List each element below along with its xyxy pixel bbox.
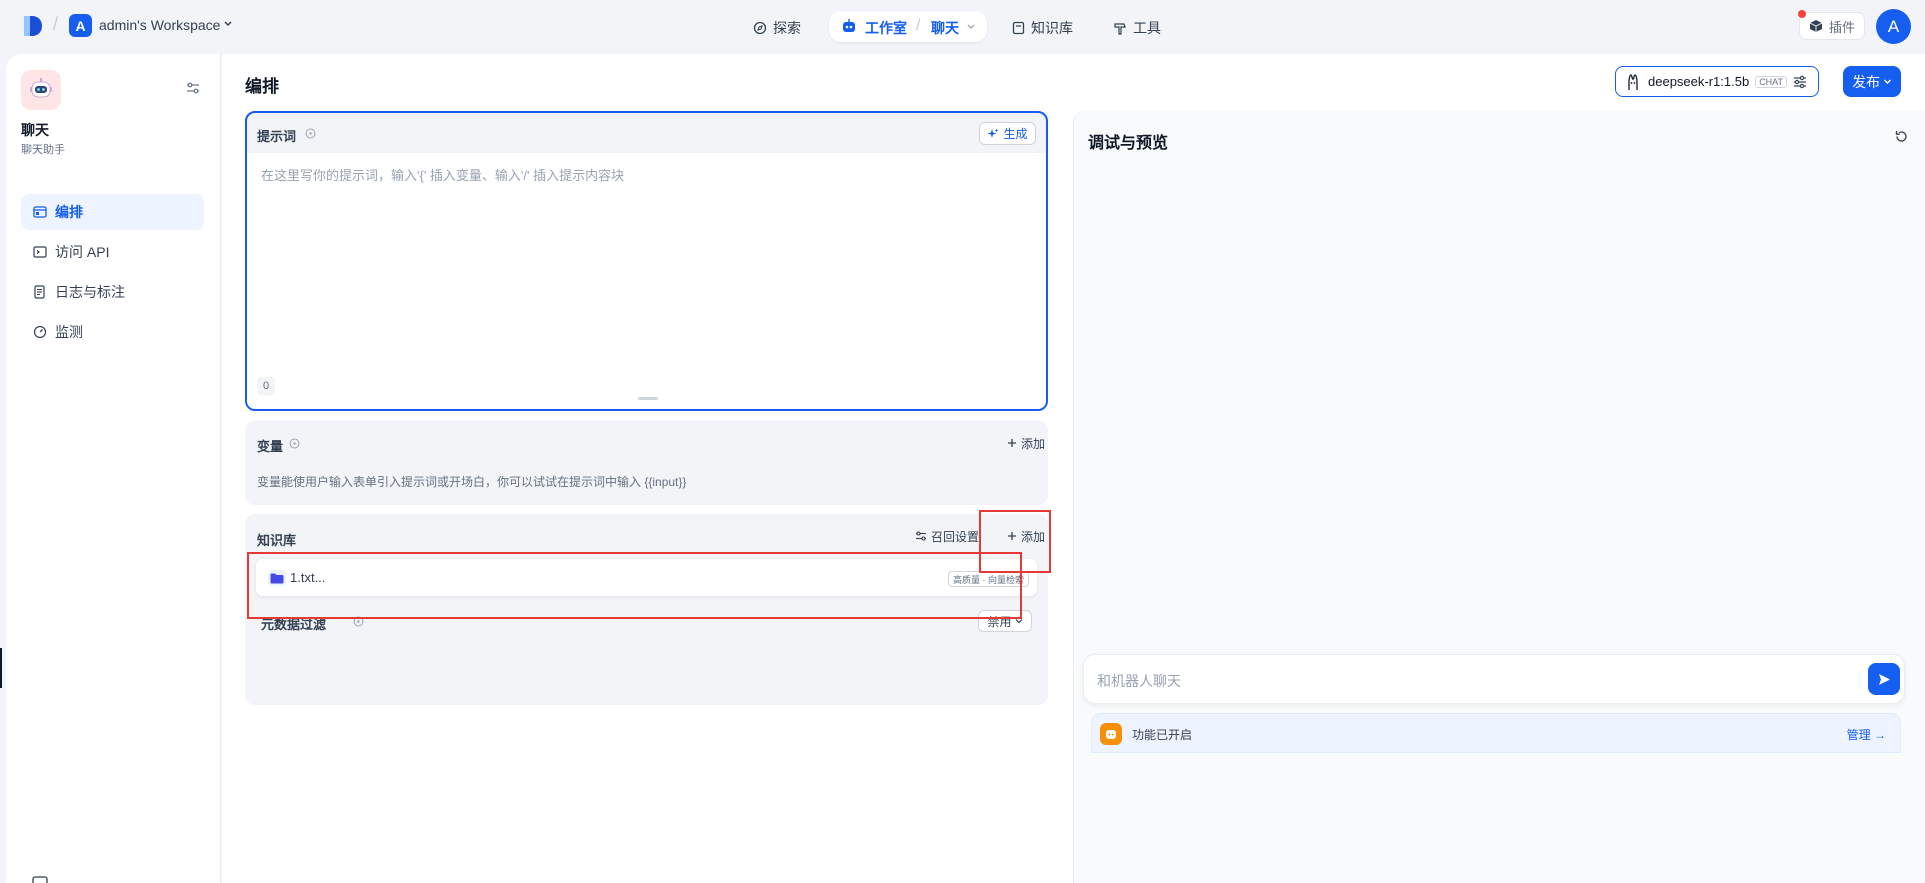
workspace-name[interactable]: admin's Workspace	[99, 17, 220, 33]
chat-input-placeholder: 和机器人聊天	[1097, 673, 1181, 689]
generate-label: 生成	[1003, 127, 1028, 141]
plus-icon	[1008, 439, 1016, 447]
add-variable-button[interactable]: 添加	[1007, 431, 1045, 455]
robot-face-icon	[30, 78, 52, 98]
resize-handle[interactable]	[638, 397, 658, 400]
book-icon	[1012, 21, 1025, 35]
main-panel: 编排 deepseek-r1:1.5b CHAT 发布 提示词 生成 在这里写你…	[222, 54, 1925, 883]
current-app-label[interactable]: 聊天	[931, 18, 959, 38]
window-edge-handle	[0, 648, 2, 688]
help-circle-icon[interactable]	[305, 128, 316, 139]
cube-icon	[1809, 20, 1823, 32]
app-subtitle: 聊天助手	[21, 144, 65, 156]
settings-sliders-icon	[916, 531, 926, 541]
features-status-text: 功能已开启	[1132, 728, 1193, 742]
prompt-header: 提示词 生成	[247, 113, 1046, 153]
breadcrumb-separator: /	[53, 14, 59, 34]
nav-studio-label[interactable]: 工作室	[865, 18, 907, 38]
sparkle-icon	[987, 128, 999, 138]
nav-explore[interactable]: 探索	[753, 14, 801, 42]
chat-input[interactable]: 和机器人聊天	[1083, 654, 1905, 704]
nav-explore-label: 探索	[773, 20, 801, 36]
sidebar-item-orchestrate[interactable]: 编排	[21, 194, 204, 230]
model-name: deepseek-r1:1.5b	[1648, 74, 1750, 89]
char-count: 0	[257, 377, 275, 395]
app-avatar[interactable]	[21, 70, 61, 110]
nav-tools-label: 工具	[1133, 20, 1161, 36]
model-selector-button[interactable]: deepseek-r1:1.5b CHAT	[1615, 66, 1819, 97]
robot-badge-icon	[1100, 723, 1122, 745]
nav-knowledge[interactable]: 知识库	[1012, 14, 1073, 42]
prompt-editor[interactable]: 在这里写你的提示词，输入'{' 插入变量、输入'/' 插入提示内容块 0	[247, 153, 1046, 409]
compass-icon	[753, 21, 767, 35]
sidebar-item-api[interactable]: 访问 API	[21, 234, 204, 270]
prompt-card: 提示词 生成 在这里写你的提示词，输入'{' 插入变量、输入'/' 插入提示内容…	[245, 111, 1048, 411]
hammer-icon	[1114, 23, 1126, 35]
features-bar: 功能已开启 管理 →	[1091, 713, 1901, 753]
recall-settings-label: 召回设置	[931, 529, 980, 544]
sidebar-item-monitor[interactable]: 监测	[21, 314, 204, 350]
layout-icon	[33, 206, 47, 218]
dify-logo-icon[interactable]	[22, 14, 44, 38]
sidebar-item-logs[interactable]: 日志与标注	[21, 274, 204, 310]
plugins-button[interactable]: 插件	[1799, 12, 1865, 40]
recall-settings-button[interactable]: 召回设置	[915, 524, 979, 548]
generate-button[interactable]: 生成	[979, 122, 1036, 145]
notification-dot	[1798, 10, 1806, 18]
prompt-label: 提示词	[257, 129, 297, 144]
send-button[interactable]	[1868, 663, 1900, 695]
sidebar-item-label: 访问 API	[55, 244, 110, 260]
nav-studio[interactable]: 工作室 / 聊天	[829, 11, 987, 42]
app-name: 聊天	[21, 122, 49, 138]
plugins-label: 插件	[1828, 19, 1855, 35]
terminal-icon	[33, 246, 47, 258]
preview-title: 调试与预览	[1088, 135, 1169, 152]
variables-card: 变量 添加 变量能使用户输入表单引入提示词或开场白，你可以试试在提示词中输入 {…	[245, 421, 1048, 505]
variables-label: 变量	[257, 439, 284, 454]
gauge-icon	[33, 325, 47, 339]
publish-button[interactable]: 发布	[1843, 66, 1901, 97]
workspace-avatar[interactable]: A	[69, 14, 92, 37]
app-sidebar: 聊天 聊天助手 编排 访问 API 日志与标注 监测	[6, 54, 221, 883]
nav-tools[interactable]: 工具	[1113, 14, 1161, 42]
debug-preview-panel: 调试与预览 和机器人聊天 功能已开启 管理 →	[1073, 111, 1925, 883]
sidebar-item-label: 监测	[55, 324, 83, 340]
collapse-sidebar-icon[interactable]	[32, 876, 48, 883]
chevron-down-icon[interactable]	[223, 19, 233, 29]
page-title: 编排	[245, 77, 279, 96]
chevron-down-icon	[1884, 79, 1891, 84]
settings-sliders-icon[interactable]	[186, 81, 200, 95]
settings-sliders-icon	[1794, 75, 1807, 88]
user-avatar[interactable]: A	[1876, 9, 1911, 44]
nav-separator: /	[916, 17, 921, 34]
publish-label: 发布	[1852, 73, 1880, 90]
highlight-box-knowledge-item	[247, 552, 1022, 619]
knowledge-label: 知识库	[257, 533, 297, 548]
llama-icon	[1628, 73, 1638, 90]
chevron-down-icon[interactable]	[967, 23, 975, 31]
robot-icon	[843, 19, 855, 32]
variables-description: 变量能使用户输入表单引入提示词或开场白，你可以试试在提示词中输入 {{input…	[257, 475, 687, 489]
help-circle-icon[interactable]	[289, 438, 300, 449]
model-mode-badge: CHAT	[1755, 75, 1788, 88]
refresh-icon[interactable]	[1894, 129, 1909, 144]
sidebar-item-label: 日志与标注	[55, 284, 125, 300]
add-label: 添加	[1021, 436, 1046, 451]
top-bar: / A admin's Workspace 探索 工作室 / 聊天 知识库 工具…	[0, 0, 1925, 52]
prompt-placeholder: 在这里写你的提示词，输入'{' 插入变量、输入'/' 插入提示内容块	[261, 168, 625, 183]
manage-features-link[interactable]: 管理 →	[1847, 726, 1886, 743]
send-icon	[1878, 673, 1890, 685]
sidebar-item-label: 编排	[55, 204, 83, 220]
log-icon	[34, 285, 45, 299]
nav-knowledge-label: 知识库	[1031, 20, 1073, 36]
